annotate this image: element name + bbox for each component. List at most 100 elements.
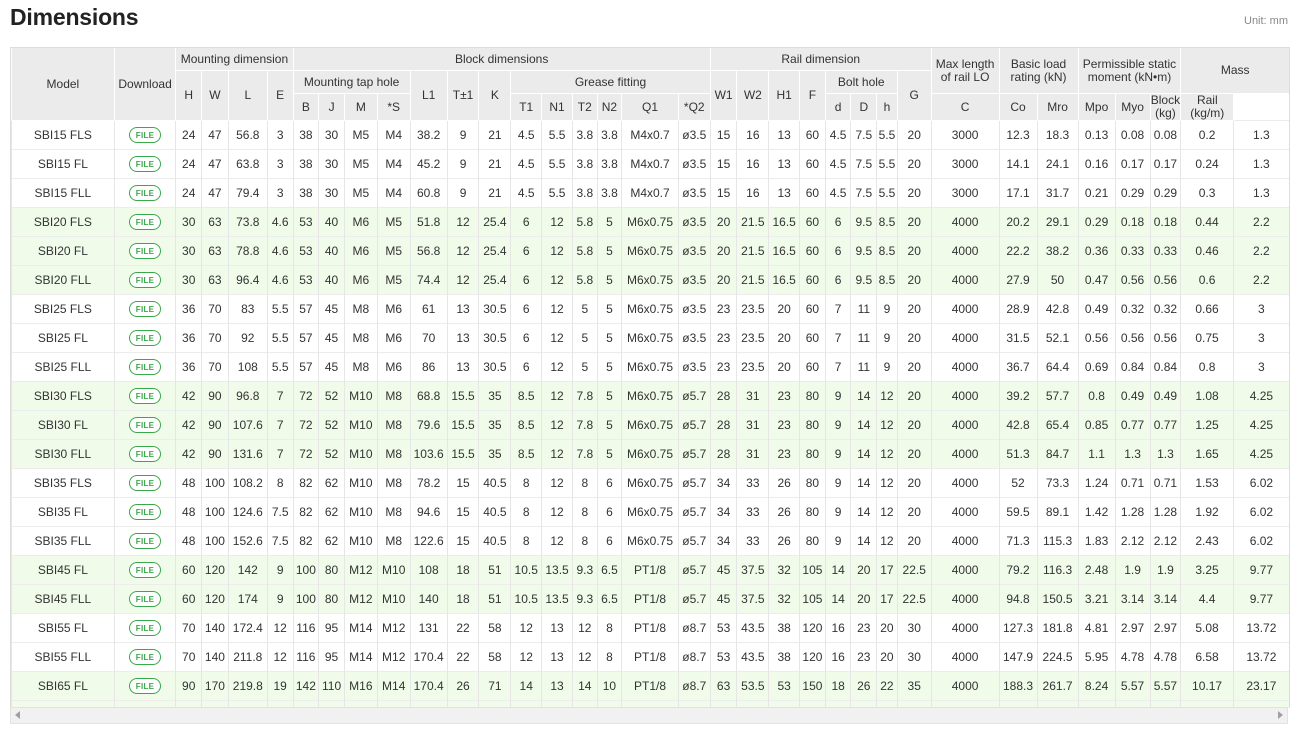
value-cell: 80 [799, 439, 826, 469]
value-cell: 52 [318, 410, 345, 440]
value-cell: 108 [409, 555, 448, 585]
value-cell: M6x0.75 [621, 236, 679, 266]
file-download-button[interactable]: FILE [129, 562, 162, 578]
value-cell: 11 [850, 352, 877, 382]
value-cell: 3.14 [1114, 584, 1151, 614]
value-cell: 1.3 [1149, 439, 1181, 469]
file-download-button[interactable]: FILE [129, 533, 162, 549]
model-cell: SBI45 FLL [11, 584, 115, 614]
value-cell: 40.5 [478, 468, 511, 498]
value-cell: 20 [709, 207, 737, 237]
file-download-button[interactable]: FILE [129, 185, 162, 201]
value-cell: 5.08 [1180, 613, 1234, 643]
file-download-button[interactable]: FILE [129, 591, 162, 607]
value-cell: 30.5 [478, 294, 511, 324]
value-cell: 45 [318, 323, 345, 353]
value-cell: 5 [596, 323, 622, 353]
dimensions-table-container: Model Download Mounting dimension Block … [10, 47, 1290, 708]
value-cell: 5.5 [541, 149, 573, 179]
value-cell: 42 [175, 381, 202, 411]
file-download-button[interactable]: FILE [129, 475, 162, 491]
value-cell: 7.5 [850, 178, 877, 208]
file-download-button[interactable]: FILE [129, 417, 162, 433]
value-cell: 80 [318, 584, 345, 614]
value-cell: 13 [446, 294, 479, 324]
value-cell: 9 [446, 120, 479, 150]
value-cell: M10 [343, 497, 378, 527]
value-cell: 14 [850, 410, 877, 440]
value-cell: 4000 [930, 555, 999, 585]
value-cell: 20 [896, 352, 932, 382]
value-cell: 33 [736, 497, 769, 527]
value-cell: 9.77 [1232, 584, 1289, 614]
value-cell: 73.3 [1036, 468, 1079, 498]
value-cell: 22 [446, 642, 479, 672]
value-cell: 108 [227, 352, 268, 382]
value-cell: 3 [1232, 294, 1289, 324]
value-cell: 3 [1232, 352, 1289, 382]
table-row: SBI65 FL FILE 90 170 219.8 19 142 110 M16 M14 170.… [11, 671, 1289, 701]
value-cell: 8 [510, 526, 542, 556]
value-cell: 51.8 [409, 207, 448, 237]
col-header-model[interactable]: Model [11, 48, 115, 121]
horizontal-scrollbar[interactable] [10, 707, 1288, 724]
file-download-button[interactable]: FILE [129, 330, 162, 346]
file-download-button[interactable]: FILE [129, 620, 162, 636]
value-cell: 9.5 [850, 207, 877, 237]
value-cell: 64.4 [1036, 352, 1079, 382]
file-download-button[interactable]: FILE [129, 649, 162, 665]
scroll-right-arrow-icon[interactable] [1278, 711, 1283, 719]
download-cell: FILE [113, 236, 176, 266]
scrollbar-thumb[interactable] [27, 712, 1271, 719]
value-cell: 5 [596, 265, 622, 295]
value-cell: 14.1 [998, 149, 1038, 179]
value-cell: 4.4 [1180, 584, 1234, 614]
col-header-block-kg: Block (kg) [1149, 93, 1181, 121]
file-download-button[interactable]: FILE [129, 243, 162, 259]
value-cell: 68.8 [409, 381, 448, 411]
file-download-button[interactable]: FILE [129, 504, 162, 520]
value-cell: 47 [201, 178, 229, 208]
value-cell: 60 [799, 207, 826, 237]
model-cell: SBI35 FLS [11, 468, 115, 498]
value-cell: 1.83 [1077, 526, 1116, 556]
value-cell: 9 [876, 352, 898, 382]
value-cell: 170 [201, 671, 229, 701]
value-cell: 20 [709, 265, 737, 295]
file-download-button[interactable]: FILE [129, 272, 162, 288]
file-download-button[interactable]: FILE [129, 359, 162, 375]
col-header-Mpo: Mpo [1077, 93, 1116, 121]
value-cell: 6 [510, 207, 542, 237]
value-cell: 7.5 [266, 526, 294, 556]
file-download-button[interactable]: FILE [129, 388, 162, 404]
file-download-button[interactable]: FILE [129, 301, 162, 317]
model-cell: SBI25 FLL [11, 352, 115, 382]
value-cell: 120 [201, 584, 229, 614]
value-cell: M10 [343, 439, 378, 469]
value-cell: 1.3 [1232, 149, 1289, 179]
value-cell: 4.78 [1149, 642, 1181, 672]
value-cell: 22.5 [896, 555, 932, 585]
value-cell: ø3.5 [677, 352, 711, 382]
value-cell: 9.77 [1232, 555, 1289, 585]
file-download-button[interactable]: FILE [129, 214, 162, 230]
value-cell: M4x0.7 [621, 149, 679, 179]
file-download-button[interactable]: FILE [129, 678, 162, 694]
value-cell: 5.5 [541, 178, 573, 208]
col-header-W: W [201, 70, 229, 121]
file-download-button[interactable]: FILE [129, 127, 162, 143]
value-cell: 1.65 [1180, 439, 1234, 469]
file-download-button[interactable]: FILE [129, 156, 162, 172]
value-cell: 3.21 [1077, 584, 1116, 614]
value-cell: 8 [571, 497, 598, 527]
file-download-button[interactable]: FILE [129, 446, 162, 462]
value-cell: 60 [175, 555, 202, 585]
download-cell: FILE [113, 439, 176, 469]
value-cell: 24 [175, 120, 202, 150]
value-cell: 10.5 [510, 555, 542, 585]
value-cell: 38 [292, 149, 319, 179]
value-cell: 20 [896, 410, 932, 440]
value-cell: 0.08 [1114, 120, 1151, 150]
scroll-left-arrow-icon[interactable] [15, 711, 20, 719]
value-cell: 13 [768, 120, 800, 150]
